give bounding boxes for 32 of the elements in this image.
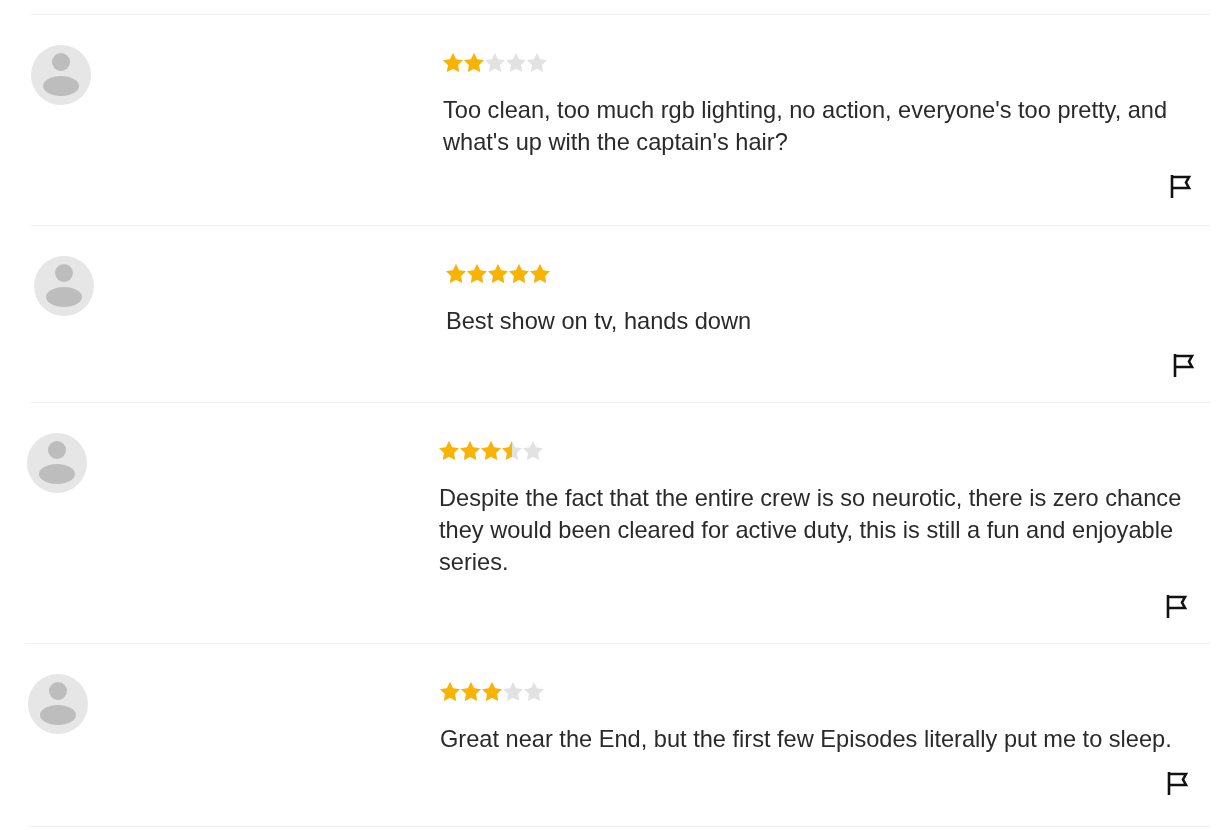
star-icon (509, 264, 529, 283)
star-icon (506, 53, 526, 72)
flag-icon[interactable] (1166, 594, 1188, 619)
star-icon (503, 682, 523, 701)
star-icon (527, 53, 547, 72)
star-icon (502, 441, 522, 460)
star-icon (523, 441, 543, 460)
user-silhouette-icon (28, 674, 88, 734)
review-text: Best show on tv, hands down (446, 307, 753, 336)
star-icon (460, 441, 480, 460)
star-icon (467, 264, 487, 283)
user-silhouette-icon (34, 256, 94, 316)
star-icon (482, 682, 502, 701)
star-icon (440, 682, 460, 701)
user-silhouette-icon (27, 433, 87, 493)
review-text: Despite the fact that the entire crew is so neurotic, there is zero chance they would been cleared for active duty, this is still a fun and enjoyable series. (439, 484, 1183, 577)
star-icon (443, 53, 463, 72)
star-icon (461, 682, 481, 701)
user-silhouette-icon (31, 45, 91, 105)
star-icon (485, 53, 505, 72)
review-text: Too clean, too much rgb lighting, no action, everyone's too pretty, and what's up with the captain's hair? (443, 96, 1169, 157)
star-icon (446, 264, 466, 283)
star-icon (488, 264, 508, 283)
star-icon (524, 682, 544, 701)
star-icon (530, 264, 550, 283)
flag-icon[interactable] (1167, 771, 1189, 796)
flag-icon[interactable] (1173, 353, 1195, 378)
flag-icon[interactable] (1170, 174, 1192, 199)
star-icon (439, 441, 459, 460)
star-icon (481, 441, 501, 460)
star-icon (464, 53, 484, 72)
review-text: Great near the End, but the first few Episodes literally put me to sleep. (440, 725, 1173, 754)
